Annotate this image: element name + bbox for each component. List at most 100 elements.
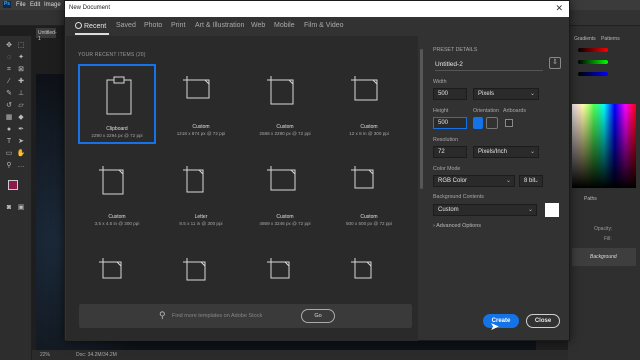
lasso-tool-icon[interactable]: ◌ [4,54,14,62]
dodge-tool-icon[interactable]: ● [4,126,14,134]
close-icon[interactable]: ✕ [555,3,563,14]
tab-patterns[interactable]: Patterns [601,36,620,42]
healing-tool-icon[interactable]: ✚ [16,78,26,86]
dialog-titlebar: New Document ✕ [65,1,569,17]
recent-item-card[interactable]: Custom 4869 x 3246 px @ 72 ppi [246,154,324,234]
slider-blue[interactable] [578,72,608,76]
ps-doc-tab[interactable]: Untitled-1 [36,28,57,42]
move-tool-icon[interactable]: ✥ [4,42,14,50]
tab-saved[interactable]: Saved [116,22,136,29]
blur-tool-icon[interactable]: ◆ [16,114,26,122]
recent-item-dims: 12 x 8 in @ 300 ppi [349,131,389,136]
document-icon [267,258,290,279]
save-preset-icon[interactable]: ⇩ [549,57,561,69]
type-tool-icon[interactable]: T [4,138,14,146]
gradient-tool-icon[interactable]: ▦ [4,114,14,122]
layer-background[interactable]: Background [572,248,636,266]
recent-item-name: Custom [276,214,294,220]
resolution-input[interactable]: 72 [433,146,467,158]
tab-photo[interactable]: Photo [144,22,162,29]
recent-item-card[interactable]: Letter 8.5 x 11 in @ 300 ppi [162,154,240,234]
recent-item-card[interactable]: Clipboard 2290 x 2294 px @ 72 ppi [78,64,156,144]
screen-mode-icon[interactable]: ▣ [16,204,26,212]
frame-tool-icon[interactable]: ⊠ [16,66,26,74]
create-button[interactable]: Create [483,314,519,328]
document-icon [351,258,372,279]
crop-tool-icon[interactable]: ⌗ [4,66,14,74]
shape-tool-icon[interactable]: ▭ [4,150,14,158]
quick-mask-icon[interactable]: ◙ [4,204,14,212]
active-tab-underline [75,33,109,35]
tab-gradients[interactable]: Gradients [574,36,596,42]
marquee-tool-icon[interactable]: ⬚ [16,42,26,50]
tab-film-video[interactable]: Film & Video [304,22,344,29]
history-brush-tool-icon[interactable]: ↺ [4,102,14,110]
magic-wand-tool-icon[interactable]: ✦ [16,54,26,62]
eyedropper-tool-icon[interactable]: ⁄ [4,78,14,86]
menu-file[interactable]: File [16,2,26,8]
recent-item-dims: 1218 x 874 px @ 72 ppi [176,131,226,136]
width-input[interactable]: 500 [433,88,467,100]
brush-tool-icon[interactable]: ✎ [4,90,14,98]
stamp-tool-icon[interactable]: ⊥ [16,90,26,98]
height-input[interactable]: 500 [433,117,467,129]
color-picker-field[interactable] [572,104,636,188]
width-label: Width [433,79,447,85]
recent-item-card[interactable]: Custom 12 x 8 in @ 300 ppi [330,64,408,144]
slider-red[interactable] [578,48,608,52]
menu-edit[interactable]: Edit [30,2,40,8]
foreground-color-swatch[interactable] [8,180,18,190]
tab-mobile[interactable]: Mobile [274,22,295,29]
color-mode-select[interactable]: RGB Color ⌄ [433,175,515,187]
recent-item-dims: 8.5 x 11 in @ 300 ppi [179,221,223,226]
recent-item-card[interactable]: Custom 3.5 x 4.5 in @ 300 ppi [78,154,156,234]
artboards-checkbox[interactable] [505,119,513,127]
pen-tool-icon[interactable]: ✒ [16,126,26,134]
slider-green[interactable] [578,60,608,64]
clock-icon [75,22,82,29]
recent-item-dims: 3.5 x 4.5 in @ 300 ppi [94,221,140,226]
chevron-down-icon: ⌄ [505,178,511,184]
recent-item-card[interactable]: Custom 500 x 500 px @ 72 ppi [330,154,408,234]
close-button[interactable]: Close [526,314,560,328]
resolution-unit-select[interactable]: Pixels/Inch ⌄ [473,146,539,158]
recent-item-card[interactable]: Custom 1218 x 874 px @ 72 ppi [162,64,240,144]
recent-item-dims: 500 x 500 px @ 72 ppi [345,221,393,226]
bit-depth-select[interactable]: 8 bit ⌄ [519,175,543,187]
background-color-swatch[interactable] [545,203,559,217]
background-contents-select[interactable]: Custom ⌄ [433,204,537,216]
zoom-tool-icon[interactable]: ⚲ [4,162,14,170]
recent-items-label: YOUR RECENT ITEMS (20) [78,52,146,58]
ps-logo-icon: Ps [3,1,11,8]
document-icon [351,166,374,189]
recent-item-name: Letter [194,214,208,220]
tab-art-illustration[interactable]: Art & Illustration [195,22,244,29]
fill-label: Fill: [604,236,612,242]
stock-search-bar: ⚲ Find more templates on Adobe Stock Go [79,304,412,328]
landscape-orientation-icon[interactable] [486,117,498,129]
doc-info: Doc: 34.2M/34.2M [76,352,117,358]
recent-item-card[interactable]: Custom 2588 x 2290 px @ 72 ppi [246,64,324,144]
tab-web[interactable]: Web [251,22,265,29]
recent-items-scrollbar[interactable] [420,49,423,189]
orientation-label: Orientation [473,108,499,114]
color-mode-label: Color Mode [433,166,461,172]
recent-item-dims: 4869 x 3246 px @ 72 ppi [259,221,311,226]
advanced-options-toggle[interactable]: › Advanced Options [433,223,481,229]
document-icon [99,258,122,279]
tab-paths[interactable]: Paths [584,196,597,202]
stock-search-input[interactable]: Find more templates on Adobe Stock [172,313,262,319]
menu-image[interactable]: Image [44,2,61,8]
path-select-tool-icon[interactable]: ➤ [16,138,26,146]
width-unit-select[interactable]: Pixels ⌄ [473,88,539,100]
ps-right-panels: Gradients Patterns Paths Opacity: Fill: … [568,26,640,360]
go-button[interactable]: Go [301,309,335,323]
tab-recent[interactable]: Recent [75,22,106,30]
tab-print[interactable]: Print [171,22,185,29]
hand-tool-icon[interactable]: ✋ [16,150,26,158]
preset-details-label: PRESET DETAILS [433,47,478,53]
portrait-orientation-icon[interactable] [473,117,483,129]
more-tools-icon[interactable]: … [16,162,26,170]
document-name-input[interactable]: Untitled-2 [435,61,543,71]
eraser-tool-icon[interactable]: ▱ [16,102,26,110]
